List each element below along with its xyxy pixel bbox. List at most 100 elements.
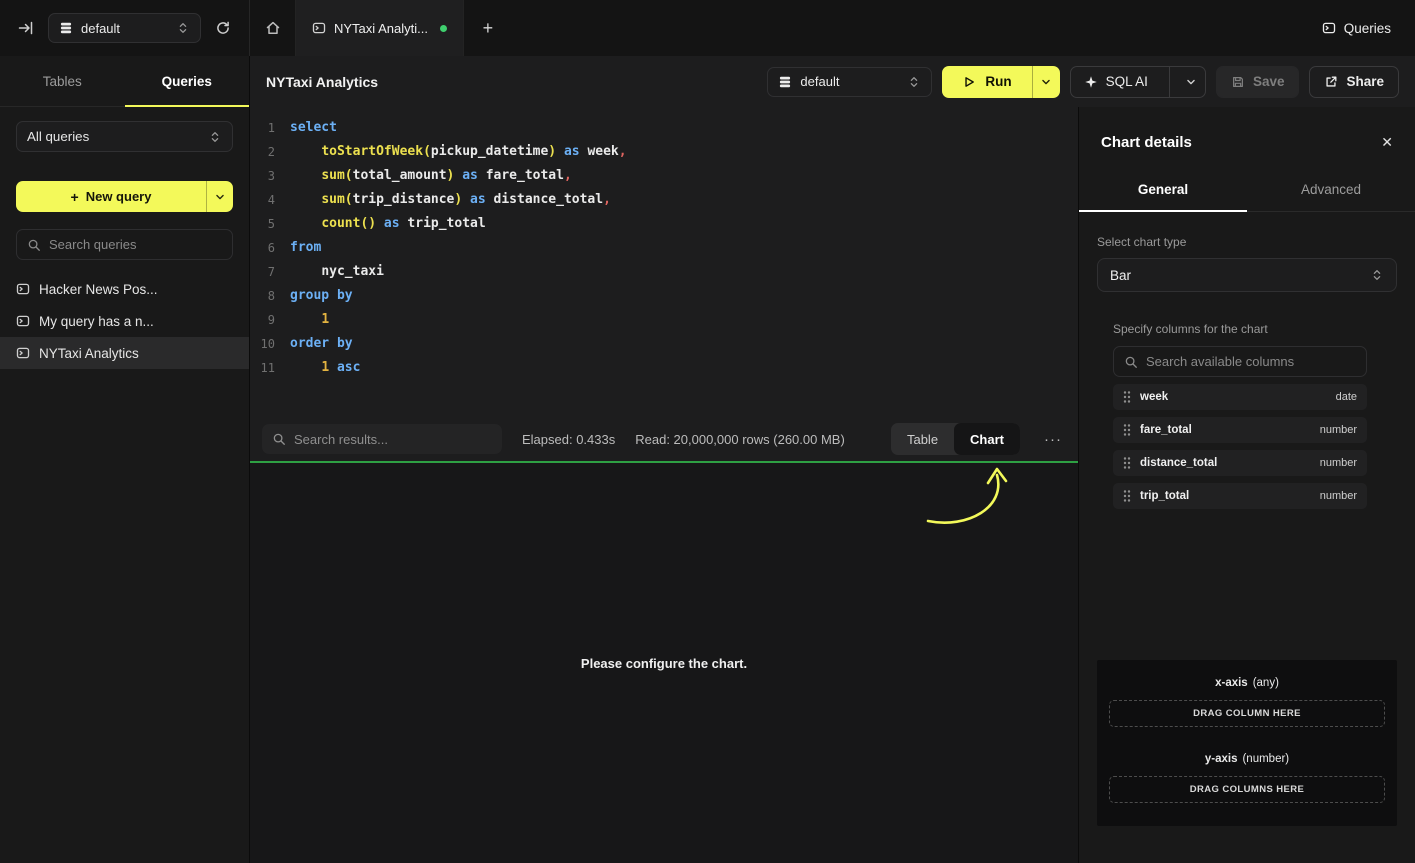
query-icon [16,282,30,296]
new-tab-button[interactable]: + [464,0,512,56]
code-line: 1select [250,116,1078,140]
view-toggle: Table Chart [891,423,1020,455]
database-icon [778,75,792,89]
chart-type-label: Select chart type [1097,235,1397,249]
chart-view-button[interactable]: Chart [954,423,1020,455]
axis-dropzone[interactable]: DRAG COLUMNS HERE [1109,776,1385,803]
tab-advanced[interactable]: Advanced [1247,170,1415,211]
code-line: 7 nyc_taxi [250,260,1078,284]
chevron-updown-icon [907,75,921,89]
sidebar-tabs: Tables Queries [0,56,249,107]
query-list-item-label: NYTaxi Analytics [39,346,139,361]
sql-ai-button[interactable]: SQL AI [1070,66,1206,98]
axis-group: x-axis(any) DRAG COLUMN HERE [1109,677,1385,727]
run-button[interactable]: Run [942,66,1059,98]
topbar: default NYTaxi Analyti... + Queries [0,0,1415,56]
run-options-caret[interactable] [1033,66,1060,98]
query-list-item-label: My query has a n... [39,314,154,329]
queries-button[interactable]: Queries [1322,21,1391,36]
line-number: 9 [250,308,275,332]
search-icon [1124,355,1138,369]
chart-placeholder-text: Please configure the chart. [581,656,747,671]
save-icon [1231,75,1245,89]
chart-area: Please configure the chart. [250,461,1078,863]
query-icon [16,314,30,328]
line-number: 6 [250,236,275,260]
play-icon [962,75,976,89]
home-tab[interactable] [250,0,296,56]
share-button[interactable]: Share [1309,66,1399,98]
table-view-button[interactable]: Table [891,423,954,455]
header-database-selector[interactable]: default [767,67,932,97]
sidebar-tab-queries[interactable]: Queries [125,56,250,106]
code-line: 8group by [250,284,1078,308]
chart-type-dropdown[interactable]: Bar [1097,258,1397,292]
collapse-sidebar-icon[interactable] [14,16,38,40]
query-list-item[interactable]: My query has a n... [0,305,249,337]
columns-label: Specify columns for the chart [1113,322,1367,336]
page-title: NYTaxi Analytics [266,74,378,90]
line-number: 1 [250,116,275,140]
database-icon [59,21,73,35]
axis-label: y-axis(number) [1109,753,1385,765]
line-number: 5 [250,212,275,236]
drag-handle-icon [1123,390,1131,404]
rows-read-stat: Read: 20,000,000 rows (260.00 MB) [635,432,845,447]
topbar-left: default [0,0,250,56]
line-number: 7 [250,260,275,284]
columns-block: Specify columns for the chart week date fa… [1113,322,1367,509]
column-row[interactable]: trip_totalnumber [1113,483,1367,509]
query-list-item[interactable]: Hacker News Pos... [0,273,249,305]
drag-handle-icon [1123,456,1131,470]
column-row[interactable]: distance_totalnumber [1113,450,1367,476]
sql-editor[interactable]: 1select2 toStartOfWeek(pickup_datetime) … [250,107,1078,417]
plus-icon: + [71,189,79,205]
axis-label: x-axis(any) [1109,677,1385,689]
new-query-caret[interactable] [207,181,233,212]
unsaved-indicator-dot [440,25,447,32]
close-icon[interactable]: ✕ [1381,134,1393,151]
results-search [262,424,502,454]
query-list-item[interactable]: NYTaxi Analytics [0,337,249,369]
code-line: 10order by [250,332,1078,356]
save-button[interactable]: Save [1216,66,1300,98]
drag-handle-icon [1123,489,1131,503]
topbar-database-value: default [81,21,168,36]
tab-general[interactable]: General [1079,170,1247,211]
columns-search-input[interactable] [1146,354,1356,369]
column-type: date [1336,391,1357,403]
search-icon [27,238,41,252]
sql-ai-caret[interactable] [1178,67,1205,97]
axis-dropzone[interactable]: DRAG COLUMN HERE [1109,700,1385,727]
line-number: 11 [250,356,275,380]
refresh-icon[interactable] [211,16,235,40]
results-search-input[interactable] [294,432,492,447]
query-tab-active[interactable]: NYTaxi Analyti... [296,0,464,56]
query-tab-title: NYTaxi Analyti... [334,21,428,36]
axis-group: y-axis(number) DRAG COLUMNS HERE [1109,753,1385,803]
column-name: week [1140,391,1168,403]
sidebar-tab-tables[interactable]: Tables [0,56,125,106]
column-row[interactable]: fare_totalnumber [1113,417,1367,443]
query-search [16,229,233,260]
query-search-input[interactable] [49,237,222,252]
more-options-icon[interactable]: ··· [1040,431,1066,448]
app-body: Tables Queries All queries +New query Ha… [0,56,1415,863]
column-row[interactable]: week date [1113,384,1367,410]
chevron-updown-icon [1370,268,1384,282]
sidebar: Tables Queries All queries +New query Ha… [0,56,250,863]
annotation-arrow [910,463,1030,535]
sparkle-icon [1084,75,1098,89]
queries-icon [1322,21,1336,35]
code-line: 4 sum(trip_distance) as distance_total, [250,188,1078,212]
chevron-updown-icon [176,21,190,35]
drag-handle-icon [1123,423,1131,437]
share-icon [1324,75,1338,89]
chevron-updown-icon [208,130,222,144]
query-filter-dropdown[interactable]: All queries [16,121,233,152]
column-type: number [1320,457,1357,469]
new-query-button[interactable]: +New query [16,181,233,212]
code-line: 9 1 [250,308,1078,332]
panel-header: Chart details ✕ [1079,107,1415,170]
topbar-database-selector[interactable]: default [48,13,201,43]
